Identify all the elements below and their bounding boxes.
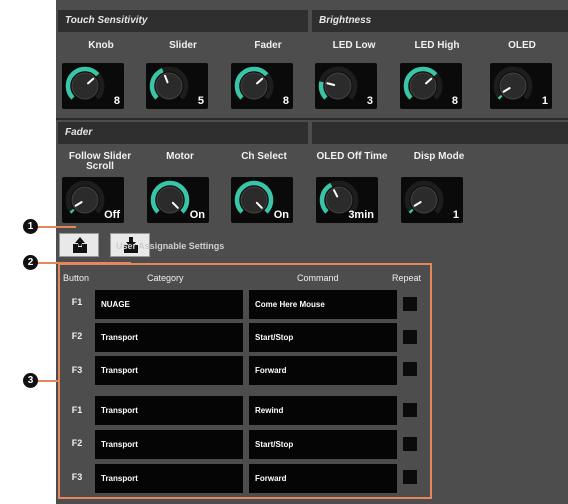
command-field[interactable]: Start/Stop xyxy=(249,430,397,459)
button-key: F1 xyxy=(71,405,83,415)
knob-label: Knob xyxy=(88,40,114,51)
led-low-knob[interactable]: 3 xyxy=(315,63,377,109)
export-icon xyxy=(73,237,87,253)
motor-label: Motor xyxy=(166,151,194,162)
disp-mode-value: 1 xyxy=(452,209,459,221)
category-field[interactable]: Transport xyxy=(95,356,243,385)
led-high-value: 8 xyxy=(451,95,458,107)
ch-select-knob[interactable]: On xyxy=(231,177,293,223)
oled-label: OLED xyxy=(508,40,536,51)
repeat-column-header: Repeat xyxy=(392,273,422,283)
slider-sensitivity-knob[interactable]: 5 xyxy=(146,63,208,109)
command-column-header: Command xyxy=(297,273,339,283)
led-high-label: LED High xyxy=(414,40,460,51)
slider-label: Slider xyxy=(169,40,197,51)
category-field[interactable]: Transport xyxy=(95,323,243,352)
fader-header: Fader xyxy=(58,122,308,144)
section-divider xyxy=(56,118,568,120)
repeat-checkbox[interactable] xyxy=(403,330,417,344)
user-assignable-settings-label: User Assignable Settings xyxy=(116,241,225,251)
led-low-label: LED Low xyxy=(332,40,376,51)
disp-mode-label: Disp Mode xyxy=(413,151,465,162)
command-field[interactable]: Come Here Mouse xyxy=(249,290,397,319)
export-settings-button[interactable] xyxy=(59,233,99,257)
oled-off-time-knob[interactable]: 3min xyxy=(316,177,378,223)
knob-level-arc xyxy=(408,208,414,214)
category-field[interactable]: Transport xyxy=(95,396,243,425)
follow-slider-label-line2: Scroll xyxy=(86,161,114,172)
follow-slider-scroll-knob[interactable]: Off xyxy=(62,177,124,223)
oled-value: 1 xyxy=(541,95,548,107)
button-key: F2 xyxy=(71,438,83,448)
command-field[interactable]: Forward xyxy=(249,464,397,493)
repeat-checkbox[interactable] xyxy=(403,470,417,484)
follow-slider-label: Follow Slider Scroll xyxy=(60,152,140,172)
button-key: F1 xyxy=(71,297,83,307)
category-field[interactable]: Transport xyxy=(95,430,243,459)
brightness-header: Brightness xyxy=(312,10,568,32)
fader-header-right xyxy=(312,122,568,144)
motor-knob[interactable]: On xyxy=(147,177,209,223)
fader-label: Fader xyxy=(254,40,282,51)
repeat-checkbox[interactable] xyxy=(403,403,417,417)
oled-off-time-value: 3min xyxy=(348,209,374,221)
knob-sensitivity-knob[interactable]: 8 xyxy=(62,63,124,109)
ch-select-value: On xyxy=(273,209,289,221)
oled-knob[interactable]: 1 xyxy=(490,63,552,109)
command-field[interactable]: Rewind xyxy=(249,396,397,425)
button-column-header: Button xyxy=(63,273,90,283)
touch-sensitivity-header: Touch Sensitivity xyxy=(58,10,308,32)
callout-3-line xyxy=(36,380,60,382)
follow-slider-value: Off xyxy=(104,209,120,221)
ch-select-label: Ch Select xyxy=(241,151,287,162)
oled-off-time-label: OLED Off Time xyxy=(316,151,388,162)
button-key: F2 xyxy=(71,331,83,341)
repeat-checkbox[interactable] xyxy=(403,297,417,311)
fader-value: 8 xyxy=(282,95,289,107)
button-key: F3 xyxy=(71,365,83,375)
command-field[interactable]: Forward xyxy=(249,356,397,385)
category-field[interactable]: Transport xyxy=(95,464,243,493)
callout-1-badge: 1 xyxy=(23,219,38,234)
knob-value: 8 xyxy=(113,95,120,107)
repeat-checkbox[interactable] xyxy=(403,362,417,376)
knob-level-arc xyxy=(69,208,75,214)
callout-2-badge: 2 xyxy=(23,255,38,270)
disp-mode-knob[interactable]: 1 xyxy=(401,177,463,223)
category-field[interactable]: NUAGE xyxy=(95,290,243,319)
slider-value: 5 xyxy=(197,95,204,107)
fader-sensitivity-knob[interactable]: 8 xyxy=(231,63,293,109)
motor-value: On xyxy=(189,209,205,221)
category-column-header: Category xyxy=(147,273,184,283)
repeat-checkbox[interactable] xyxy=(403,437,417,451)
callout-3-badge: 3 xyxy=(23,373,38,388)
led-low-value: 3 xyxy=(366,95,373,107)
command-field[interactable]: Start/Stop xyxy=(249,323,397,352)
led-high-knob[interactable]: 8 xyxy=(400,63,462,109)
button-key: F3 xyxy=(71,472,83,482)
knob-level-arc xyxy=(497,94,503,100)
callout-1-line xyxy=(36,226,76,228)
